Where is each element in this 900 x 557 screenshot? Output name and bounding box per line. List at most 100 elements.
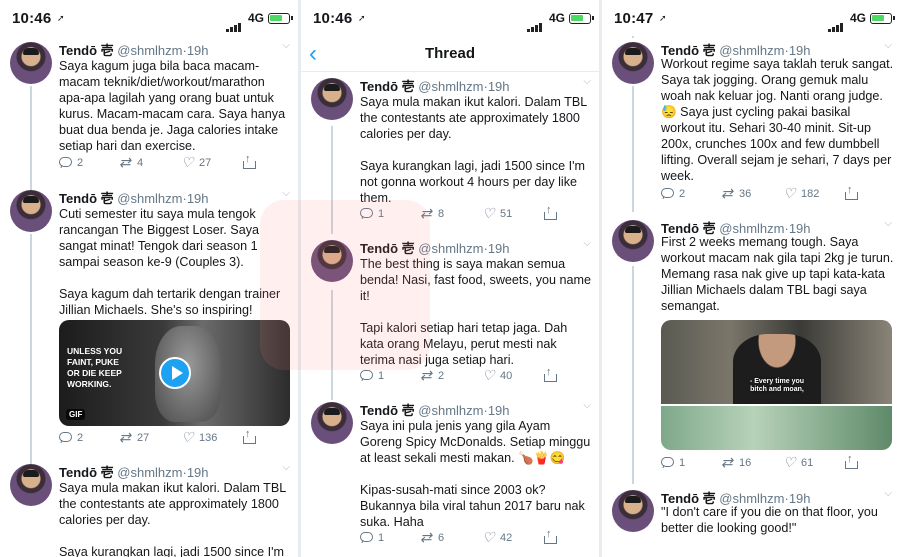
thread-nav-bar: ‹ Thread [301, 36, 599, 72]
tweet[interactable]: Tendō 壱 @shmlhzm·19h ⌵ Cuti semester itu… [0, 184, 298, 454]
location-arrow-icon: ➚ [57, 13, 65, 23]
tweet-actions: 2 36 182 [661, 184, 871, 204]
avatar[interactable] [311, 402, 353, 444]
photo-media[interactable]: - Every time you bitch and moan, [661, 320, 892, 450]
avatar[interactable] [10, 42, 52, 84]
reply-icon [661, 457, 675, 469]
like-button[interactable]: 182 [783, 185, 819, 202]
author-name[interactable]: Tendō 壱 [59, 43, 114, 58]
chevron-down-icon[interactable]: ⌵ [282, 462, 290, 473]
status-bar: 10:46 ➚ 4G [301, 0, 599, 36]
tweet[interactable]: Tendō 壱 @shmlhzm·19h ⌵ "I don't care if … [602, 484, 900, 557]
tweet-actions: 1 8 51 [360, 204, 570, 224]
retweet-button[interactable]: 36 [721, 185, 751, 202]
author-name[interactable]: Tendō 壱 [360, 403, 415, 418]
reply-button[interactable]: 2 [59, 157, 83, 169]
avatar[interactable] [311, 240, 353, 282]
battery-icon [569, 13, 594, 24]
battery-icon [268, 13, 293, 24]
author-name[interactable]: Tendō 壱 [59, 191, 114, 206]
play-icon[interactable] [159, 357, 191, 389]
retweet-button[interactable]: 4 [119, 154, 143, 171]
like-button[interactable]: 42 [482, 529, 512, 546]
avatar[interactable] [10, 464, 52, 506]
tweet-age: 19h [487, 241, 510, 256]
reply-button[interactable]: 1 [661, 457, 685, 469]
author-name[interactable]: Tendō 壱 [59, 465, 114, 480]
like-button[interactable]: 51 [482, 205, 512, 222]
share-button[interactable] [543, 528, 557, 544]
share-button[interactable] [242, 153, 256, 169]
like-button[interactable]: 136 [181, 429, 217, 446]
tweet-age: 19h [487, 79, 510, 94]
network-type: 4G [849, 11, 866, 25]
reply-icon [360, 370, 374, 382]
retweet-icon [420, 529, 434, 546]
share-button[interactable] [242, 428, 256, 444]
tweet-age: 19h [186, 465, 209, 480]
reply-button[interactable]: 1 [360, 208, 384, 220]
author-handle: @shmlhzm [418, 79, 484, 94]
avatar[interactable] [311, 78, 353, 120]
chevron-down-icon[interactable]: ⌵ [884, 218, 892, 229]
chevron-down-icon[interactable]: ⌵ [583, 400, 591, 411]
share-button[interactable] [543, 204, 557, 220]
tweet-text: "I don't care if you die on that floor, … [661, 505, 878, 535]
tweet-text: Workout regime saya taklah teruk sangat.… [661, 57, 894, 183]
tweet-header: Tendō 壱 @shmlhzm·19h [360, 76, 510, 95]
share-button[interactable] [543, 366, 557, 382]
heart-icon [181, 154, 195, 171]
chevron-down-icon[interactable]: ⌵ [583, 76, 591, 87]
avatar[interactable] [612, 220, 654, 262]
tweet-actions: 1 16 61 [661, 453, 871, 473]
retweet-icon [119, 429, 133, 446]
retweet-icon [420, 367, 434, 384]
chevron-down-icon[interactable]: ⌵ [282, 188, 290, 199]
tweet[interactable]: Tendō 壱 @shmlhzm·19h ⌵ First 2 weeks mem… [602, 214, 900, 484]
retweet-button[interactable]: 16 [721, 454, 751, 471]
tweet-actions: 1 6 42 [360, 528, 570, 548]
share-icon [242, 153, 256, 169]
gif-badge: GIF [66, 409, 86, 420]
avatar[interactable] [612, 42, 654, 84]
tweet-age: 19h [186, 43, 209, 58]
tweet[interactable]: Tendō 壱 @shmlhzm·19h ⌵ Saya ini pula jen… [301, 396, 599, 556]
share-button[interactable] [844, 184, 858, 200]
tweet[interactable]: Tendō 壱 @shmlhzm·19h ⌵ Saya mula makan i… [0, 458, 298, 557]
retweet-button[interactable]: 2 [420, 367, 444, 384]
reply-button[interactable]: 1 [360, 532, 384, 544]
author-name[interactable]: Tendō 壱 [360, 79, 415, 94]
like-button[interactable]: 40 [482, 367, 512, 384]
author-handle: @shmlhzm [117, 43, 183, 58]
retweet-button[interactable]: 8 [420, 205, 444, 222]
retweet-button[interactable]: 27 [119, 429, 149, 446]
photo-image-second [661, 406, 892, 450]
tweet[interactable]: Tendō 壱 @shmlhzm·19h ⌵ Workout regime sa… [602, 36, 900, 212]
avatar[interactable] [10, 190, 52, 232]
avatar[interactable] [612, 490, 654, 532]
chevron-down-icon[interactable]: ⌵ [884, 40, 892, 51]
gif-media[interactable]: UNLESS YOU FAINT, PUKE OR DIE KEEP WORKI… [59, 320, 290, 426]
like-button[interactable]: 27 [181, 154, 211, 171]
share-icon [543, 204, 557, 220]
tweet[interactable]: Tendō 壱 @shmlhzm·19h ⌵ Saya kagum juga b… [0, 36, 298, 186]
like-button[interactable]: 61 [783, 454, 813, 471]
chevron-down-icon[interactable]: ⌵ [282, 40, 290, 51]
tweet-text: Saya kagum juga bila baca macam-macam te… [59, 59, 286, 153]
tweet-text: Cuti semester itu saya mula tengok ranca… [59, 207, 281, 317]
reply-button[interactable]: 2 [59, 432, 83, 444]
chevron-down-icon[interactable]: ⌵ [884, 488, 892, 499]
tweet[interactable]: Tendō 壱 @shmlhzm·19h ⌵ Saya mula makan i… [301, 72, 599, 232]
retweet-button[interactable]: 6 [420, 529, 444, 546]
signal-icon [226, 14, 242, 32]
status-time: 10:47 [614, 10, 654, 27]
tweet[interactable]: Tendō 壱 @shmlhzm·19h ⌵ The best thing is… [301, 234, 599, 394]
share-icon [844, 184, 858, 200]
chevron-down-icon[interactable]: ⌵ [583, 238, 591, 249]
author-name[interactable]: Tendō 壱 [360, 241, 415, 256]
reply-button[interactable]: 1 [360, 370, 384, 382]
reply-button[interactable]: 2 [661, 188, 685, 200]
share-button[interactable] [844, 453, 858, 469]
author-handle: @shmlhzm [117, 465, 183, 480]
tweet-text: Saya ini pula jenis yang gila Ayam Goren… [360, 419, 591, 529]
